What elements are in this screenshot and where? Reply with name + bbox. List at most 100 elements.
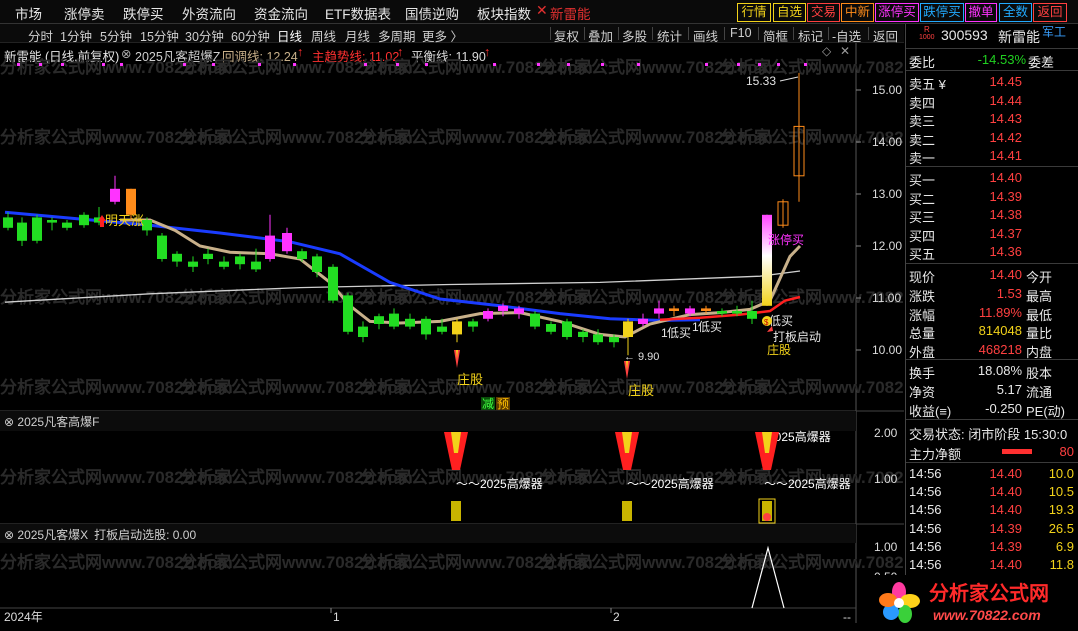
divider: [906, 359, 1078, 360]
quick-back-button[interactable]: 返回: [1033, 3, 1067, 22]
sub1-tilde-label: ～～2025高爆器: [764, 476, 851, 491]
ask-price: 14.45: [989, 74, 1022, 89]
stat2-row: 净资 5.17 流通: [906, 381, 1078, 400]
divider: [906, 70, 1078, 71]
candle-body: [638, 318, 648, 324]
candle-body: [110, 188, 120, 202]
divider: [906, 48, 1078, 49]
nav-limit-down-buy[interactable]: 跌停买: [123, 3, 164, 23]
candle-body: [578, 331, 588, 337]
bid-label: 买三: [909, 210, 936, 225]
marker-dot: [601, 63, 604, 66]
toolbar-divider: [618, 27, 619, 40]
candle-body: [358, 326, 368, 337]
stat2-right-label: 流通: [1026, 385, 1053, 400]
reduce-label: 减: [482, 397, 494, 411]
bid-row: 买四 14.37: [906, 225, 1078, 244]
marker-dot: [705, 63, 708, 66]
candle-body: [343, 295, 353, 332]
candle-body: [732, 311, 742, 314]
ask-label: 卖一: [909, 151, 936, 166]
stat2-label: 收益(≡): [909, 404, 952, 419]
ask-price: 14.43: [989, 111, 1022, 126]
nav-etf-table[interactable]: ETF数据表: [325, 3, 391, 23]
candle-body: [389, 313, 399, 327]
candle-body: [374, 316, 384, 324]
nav-stock-tab[interactable]: 新雷能: [550, 3, 591, 23]
candle-body: [701, 308, 711, 311]
quick-watchlist-button[interactable]: 自选: [773, 3, 806, 22]
bid-row: 买二 14.39: [906, 188, 1078, 207]
divider: [906, 462, 1078, 463]
tick-volume: 10.0: [1048, 466, 1074, 481]
candle-body: [685, 308, 695, 314]
bid-price: 14.40: [989, 170, 1022, 185]
nav-market[interactable]: 市场: [15, 3, 42, 23]
toolbar-divider: [724, 27, 725, 40]
tick-volume: 11.8: [1049, 557, 1074, 572]
marker-dot: [567, 63, 570, 66]
weibi-row: 委比 -14.53% 委差: [906, 51, 1078, 70]
tick-volume: 26.5: [1048, 520, 1074, 536]
tick-price: 14.40: [989, 502, 1022, 518]
quick-quote-button[interactable]: 行情: [737, 3, 771, 22]
sub2-settings-icon[interactable]: ⊗: [4, 528, 17, 542]
sub2-title[interactable]: ⊗ 2025凡客爆X 打板启动选股: 0.00: [4, 526, 196, 543]
r-badge: R: [924, 25, 930, 34]
candle-body: [157, 235, 167, 259]
main-flow-value: 80: [1059, 444, 1074, 459]
toolbar-divider: [793, 27, 794, 40]
candle-body: [17, 222, 27, 241]
ask-price: 14.42: [989, 129, 1022, 145]
tick-time: 14:56: [909, 502, 942, 518]
tick-price: 14.39: [989, 520, 1022, 536]
marker-dot: [777, 63, 780, 66]
quick-all-button[interactable]: 全数: [999, 3, 1032, 22]
tick-row: 14:56 14.40 10.5: [906, 483, 1078, 501]
candle-body: [297, 251, 307, 259]
stock-name: 新雷能: [998, 29, 1040, 45]
stat-row: 涨跌 1.53 最高: [906, 285, 1078, 304]
quote-header: R 1000 300593 新雷能 军工: [906, 23, 1078, 45]
toolbar-divider: [688, 27, 689, 40]
quick-cancel-order-button[interactable]: 撤单: [965, 3, 997, 22]
stat-right-label: 最高: [1026, 288, 1053, 304]
signal-bar: [622, 501, 632, 521]
stat-value: 468218: [978, 342, 1022, 358]
nav-capital-flow[interactable]: 资金流向: [254, 3, 308, 23]
bid-row: 买一 14.40: [906, 169, 1078, 188]
nav-sector-index[interactable]: 板块指数: [477, 3, 531, 23]
stock-code: 300593: [941, 27, 988, 43]
stat-label: 总量: [909, 326, 936, 342]
watermark-text: 分析家公式网www.70822.com: [720, 552, 904, 572]
quick-limit-down-buy-button[interactable]: 跌停买: [920, 3, 964, 22]
zhuanggu-label: 庄股: [457, 372, 483, 387]
annotations: 15.33 9.90 ← 明天涨 庄股 庄股 1 低买 1 低买 低买 打板启动…: [98, 74, 821, 411]
candle-body: [717, 311, 727, 314]
logo-title: 分析家公式网: [929, 581, 1049, 605]
coin-icon: [763, 513, 771, 521]
sub1-title[interactable]: ⊗ 2025凡客高爆F: [4, 413, 99, 430]
stat-right-label: 今开: [1026, 270, 1053, 285]
quick-limit-up-buy-button[interactable]: 涨停买: [875, 3, 919, 22]
trade-status-row: 交易状态: 闭市阶段 15:30:0: [906, 423, 1078, 442]
marker-dot: [425, 63, 428, 66]
sector-tag[interactable]: 军工: [1042, 23, 1066, 40]
tool-f10[interactable]: F10: [730, 26, 752, 40]
candle-body: [172, 253, 182, 262]
quick-zhongxin-button[interactable]: 中新: [841, 3, 874, 22]
sub2-title-text: 2025凡客爆X: [17, 528, 89, 542]
nav-repo[interactable]: 国债逆购: [405, 3, 459, 23]
low-buy-label: 低买: [698, 320, 722, 334]
stat-label: 现价: [909, 270, 936, 285]
sub1-settings-icon[interactable]: ⊗: [4, 415, 17, 429]
quick-trade-button[interactable]: 交易: [807, 3, 840, 22]
nav-limit-up-sell[interactable]: 涨停卖: [64, 3, 105, 23]
trade-status: 交易状态: 闭市阶段 15:30:0: [909, 427, 1068, 442]
candle-body: [62, 222, 72, 228]
nav-foreign-flow[interactable]: 外资流向: [182, 3, 236, 23]
marker-dot: [61, 63, 64, 66]
bid-label: 买五: [909, 247, 936, 262]
close-tab-icon[interactable]: ✕: [536, 2, 548, 19]
ask-label: 卖三: [909, 114, 936, 129]
